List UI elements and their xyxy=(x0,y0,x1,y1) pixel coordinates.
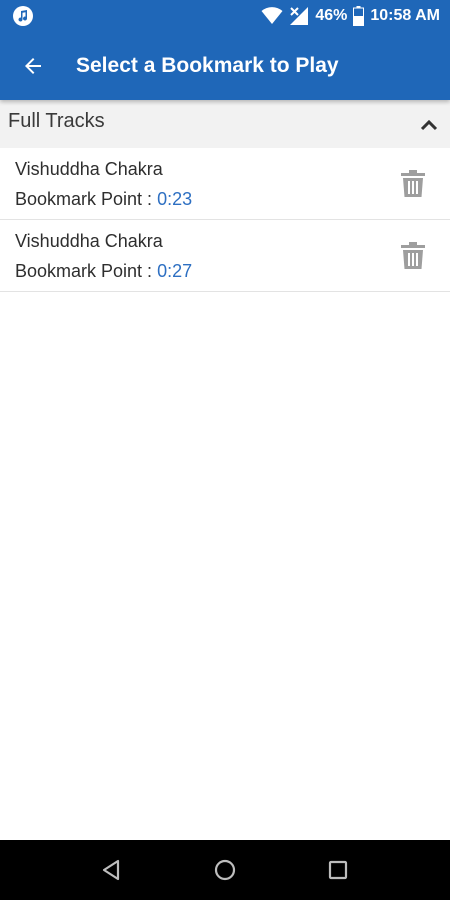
back-button[interactable] xyxy=(18,51,48,81)
bookmark-point: Bookmark Point : 0:23 xyxy=(15,189,192,210)
bookmark-point: Bookmark Point : 0:27 xyxy=(15,261,192,282)
status-icons: 46% 10:58 AM xyxy=(261,4,440,28)
page-title: Select a Bookmark to Play xyxy=(76,54,339,77)
trash-icon xyxy=(401,170,425,197)
clock: 10:58 AM xyxy=(370,7,440,24)
bookmark-title: Vishuddha Chakra xyxy=(15,231,163,251)
section-title: Full Tracks xyxy=(8,110,105,132)
back-triangle-icon[interactable] xyxy=(100,858,124,882)
app-bar: 46% 10:58 AM Select a Bookmark to Play xyxy=(0,0,450,100)
bookmark-item[interactable]: Vishuddha Chakra Bookmark Point : 0:27 xyxy=(0,220,450,292)
home-circle-icon[interactable] xyxy=(213,858,237,882)
bookmark-time: 0:23 xyxy=(157,189,193,209)
music-note-icon xyxy=(12,5,34,27)
bookmark-title: Vishuddha Chakra xyxy=(15,159,163,179)
recents-square-icon[interactable] xyxy=(326,858,350,882)
bookmark-item[interactable]: Vishuddha Chakra Bookmark Point : 0:23 xyxy=(0,148,450,220)
toolbar: Select a Bookmark to Play xyxy=(0,32,450,100)
signal-icon xyxy=(289,6,309,26)
delete-bookmark-button[interactable] xyxy=(400,170,426,198)
bookmark-point-label: Bookmark Point : xyxy=(15,189,158,209)
bookmark-list: Vishuddha Chakra Bookmark Point : 0:23 V… xyxy=(0,148,450,292)
delete-bookmark-button[interactable] xyxy=(400,242,426,270)
system-nav-bar xyxy=(0,840,450,900)
status-bar: 46% 10:58 AM xyxy=(0,0,450,32)
trash-icon xyxy=(401,242,425,269)
bookmark-time: 0:27 xyxy=(157,261,193,281)
section-header-full-tracks[interactable]: Full Tracks xyxy=(0,100,450,148)
bookmark-point-label: Bookmark Point : xyxy=(15,261,158,281)
chevron-up-icon[interactable] xyxy=(418,114,440,136)
battery-icon xyxy=(353,6,365,26)
arrow-left-icon xyxy=(25,58,41,74)
wifi-icon xyxy=(261,7,283,25)
battery-percent: 46% xyxy=(315,7,348,24)
